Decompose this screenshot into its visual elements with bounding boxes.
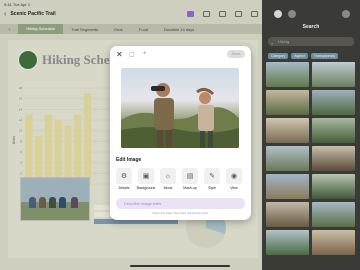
bar[interactable] <box>25 114 33 184</box>
details-icon: ⚙ <box>116 168 132 184</box>
image-thumb[interactable] <box>266 174 309 199</box>
image-thumb[interactable] <box>312 146 355 171</box>
tool-mood[interactable]: ☼ Mood <box>160 168 176 190</box>
y-tick-label: 16 <box>19 97 23 101</box>
hikers-photo <box>121 83 239 148</box>
edit-image-label: Edit Image <box>116 157 142 163</box>
document-title[interactable]: Scenic Pacific Trail <box>10 11 55 17</box>
y-tick-label: 2 <box>20 171 22 175</box>
y-tick-label: 18 <box>19 86 23 90</box>
edit-image-dialog: ✕ ▢ + Save Edit Image ⚙ Details ▣ Backgr… <box>110 46 251 220</box>
toolbar <box>187 11 258 17</box>
table-tool-icon[interactable] <box>203 11 210 17</box>
image-thumb[interactable] <box>266 202 309 227</box>
image-thumb[interactable] <box>312 230 355 255</box>
search-icon: ⌕ <box>271 41 274 46</box>
y-tick-label: 6 <box>20 150 22 154</box>
trail-logo <box>18 50 38 70</box>
image-thumb[interactable] <box>312 174 355 199</box>
prompt-input[interactable]: Describe image edits <box>116 198 245 209</box>
preview-image <box>121 68 239 148</box>
tool-view[interactable]: ◉ View <box>226 168 242 190</box>
image-thumb[interactable] <box>266 62 309 87</box>
gallery-icon[interactable]: ▢ <box>129 51 135 58</box>
image-thumb[interactable] <box>312 202 355 227</box>
title-bar: ‹ Scenic Pacific Trail <box>0 7 262 21</box>
bar[interactable] <box>83 93 92 184</box>
search-value: Hiking <box>278 39 290 44</box>
chart-tool-icon[interactable] <box>219 11 226 17</box>
mashup-icon: ▤ <box>182 168 198 184</box>
text-tool-icon[interactable] <box>187 11 194 17</box>
search-input[interactable]: ⌕ Hiking <box>268 37 354 46</box>
add-icon[interactable]: + <box>143 51 147 57</box>
y-tick-label: 12 <box>19 118 23 122</box>
bar[interactable] <box>64 125 72 184</box>
filter-transparency[interactable]: Transparency <box>310 53 339 59</box>
filter-aspect[interactable]: Aspect <box>291 53 308 59</box>
sheet-heading: Hiking Sche <box>18 50 110 70</box>
background-icon: ▣ <box>138 168 154 184</box>
tab-food[interactable]: Food <box>131 27 156 32</box>
y-axis-label: Miles <box>12 136 16 144</box>
mood-icon: ☼ <box>160 168 176 184</box>
save-button[interactable]: Save <box>227 50 245 58</box>
tab-gear[interactable]: Gear <box>106 27 131 32</box>
tool-style[interactable]: ✎ Style <box>204 168 220 190</box>
panel-title: Search <box>302 24 320 30</box>
style-icon: ✎ <box>204 168 220 184</box>
tab-hiking-schedule[interactable]: Hiking Schedule <box>18 24 64 34</box>
image-thumb[interactable] <box>266 118 309 143</box>
bar[interactable] <box>54 120 62 184</box>
y-tick-label: 8 <box>20 139 22 143</box>
image-thumb[interactable] <box>312 62 355 87</box>
tool-details[interactable]: ⚙ Details <box>116 168 132 190</box>
panel-header: Search <box>262 0 360 30</box>
image-thumb[interactable] <box>266 230 309 255</box>
image-thumb[interactable] <box>266 90 309 115</box>
add-sheet-icon[interactable]: + <box>0 27 18 32</box>
media-tool-icon[interactable] <box>251 11 258 17</box>
bar[interactable] <box>44 114 53 184</box>
image-thumb[interactable] <box>312 90 355 115</box>
filter-bar: Category Aspect Transparency <box>268 53 339 59</box>
shapes-icon[interactable] <box>288 10 296 18</box>
y-tick-label: 10 <box>19 129 23 133</box>
group-photo[interactable] <box>20 177 90 221</box>
image-thumb[interactable] <box>266 146 309 171</box>
more-icon[interactable] <box>342 10 350 18</box>
sheet-title: Hiking Sche <box>42 52 110 67</box>
tool-mashup[interactable]: ▤ Mash-up <box>182 168 198 190</box>
back-icon[interactable]: ‹ <box>4 11 6 18</box>
shape-tool-icon[interactable] <box>235 11 242 17</box>
tool-background[interactable]: ▣ Background <box>137 168 155 190</box>
view-icon: ◉ <box>226 168 242 184</box>
sheet-tabs: + Hiking Schedule Trail Segments Gear Fo… <box>0 24 262 34</box>
image-thumb[interactable] <box>312 118 355 143</box>
tab-duration[interactable]: Duration 14 days <box>156 27 202 32</box>
disclaimer: Powered by Apple. May create unexpected … <box>152 212 209 215</box>
close-icon[interactable]: ✕ <box>116 50 123 59</box>
bar[interactable] <box>74 114 82 184</box>
filter-category[interactable]: Category <box>268 53 289 59</box>
tab-trail-segments[interactable]: Trail Segments <box>63 27 106 32</box>
media-panel: Search ⌕ Hiking Category Aspect Transpar… <box>262 0 360 270</box>
edit-tools: ⚙ Details ▣ Background ☼ Mood ▤ Mash-up … <box>116 168 242 190</box>
y-tick-label: 4 <box>20 161 22 165</box>
photos-icon[interactable] <box>274 10 282 18</box>
y-tick-label: 14 <box>19 107 23 111</box>
image-grid <box>266 62 356 255</box>
home-indicator <box>130 265 230 267</box>
